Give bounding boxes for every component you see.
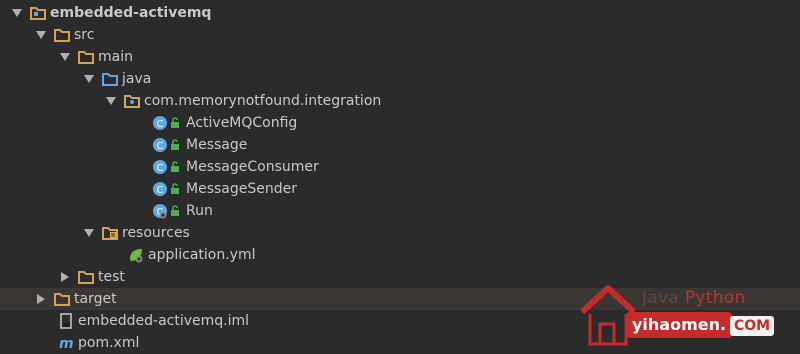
chevron-down-icon[interactable] — [58, 50, 72, 64]
tree-label-class: ActiveMQConfig — [186, 115, 298, 131]
tree-label-application-yml: application.yml — [148, 247, 256, 263]
class-icon: C — [152, 115, 168, 131]
svg-text:m: m — [59, 336, 74, 350]
folder-icon — [78, 269, 94, 285]
tree-label-root: embedded-activemq — [50, 5, 212, 21]
svg-text:C: C — [157, 163, 164, 174]
tree-label-class: Message — [186, 137, 248, 153]
tree-label-pom: pom.xml — [78, 335, 140, 351]
tree-row-class[interactable]: C MessageConsumer — [0, 156, 800, 178]
lock-icon — [170, 139, 180, 151]
run-class-icon: C — [152, 203, 168, 219]
tree-row-class[interactable]: C Message — [0, 134, 800, 156]
lock-icon — [170, 117, 180, 129]
tree-label-test: test — [98, 269, 125, 285]
lock-icon — [170, 183, 180, 195]
chevron-right-icon[interactable] — [58, 270, 72, 284]
tree-label-package: com.memorynotfound.integration — [144, 93, 382, 109]
chevron-down-icon[interactable] — [104, 94, 118, 108]
watermark-java-python: Java Python — [642, 288, 746, 308]
tree-row-root[interactable]: embedded-activemq — [0, 2, 800, 24]
tree-row-application-yml[interactable]: application.yml — [0, 244, 800, 266]
tree-label-class: MessageSender — [186, 181, 297, 197]
svg-text:C: C — [157, 119, 164, 130]
chevron-down-icon[interactable] — [10, 6, 24, 20]
tree-label-resources: resources — [122, 225, 190, 241]
tree-label-class: MessageConsumer — [186, 159, 319, 175]
folder-icon — [54, 27, 70, 43]
iml-file-icon — [58, 313, 74, 329]
tree-row-resources[interactable]: resources — [0, 222, 800, 244]
class-icon: C — [152, 159, 168, 175]
tree-label-target: target — [74, 291, 117, 307]
tree-row-package[interactable]: com.memorynotfound.integration — [0, 90, 800, 112]
tree-row-src[interactable]: src — [0, 24, 800, 46]
tree-label-src: src — [74, 27, 95, 43]
spring-leaf-icon — [128, 247, 144, 263]
svg-text:C: C — [157, 185, 164, 196]
svg-text:C: C — [157, 141, 164, 152]
watermark-python: Python — [684, 288, 746, 308]
resources-folder-icon — [102, 225, 118, 241]
lock-icon — [170, 205, 180, 217]
chevron-right-icon[interactable] — [34, 292, 48, 306]
source-folder-icon — [102, 71, 118, 87]
tree-row-class[interactable]: C ActiveMQConfig — [0, 112, 800, 134]
package-icon — [124, 93, 140, 109]
chevron-down-icon[interactable] — [82, 72, 96, 86]
folder-icon — [78, 49, 94, 65]
tree-row-class[interactable]: C Run — [0, 200, 800, 222]
watermark: Java Python yihaomen. COM — [570, 282, 800, 354]
watermark-com: COM — [730, 316, 775, 336]
class-icon: C — [152, 181, 168, 197]
maven-icon: m — [58, 335, 74, 351]
chevron-down-icon[interactable] — [34, 28, 48, 42]
tree-row-class[interactable]: C MessageSender — [0, 178, 800, 200]
lock-icon — [170, 161, 180, 173]
tree-row-main[interactable]: main — [0, 46, 800, 68]
module-folder-icon — [30, 5, 46, 21]
tree-label-main: main — [98, 49, 133, 65]
tree-row-java[interactable]: java — [0, 68, 800, 90]
tree-label-class: Run — [186, 203, 213, 219]
chevron-down-icon[interactable] — [82, 226, 96, 240]
folder-icon — [54, 291, 70, 307]
class-icon: C — [152, 137, 168, 153]
watermark-site: yihaomen. — [626, 312, 733, 338]
tree-label-java: java — [122, 71, 152, 87]
tree-label-iml: embedded-activemq.iml — [78, 313, 250, 329]
watermark-java: Java — [642, 288, 680, 308]
